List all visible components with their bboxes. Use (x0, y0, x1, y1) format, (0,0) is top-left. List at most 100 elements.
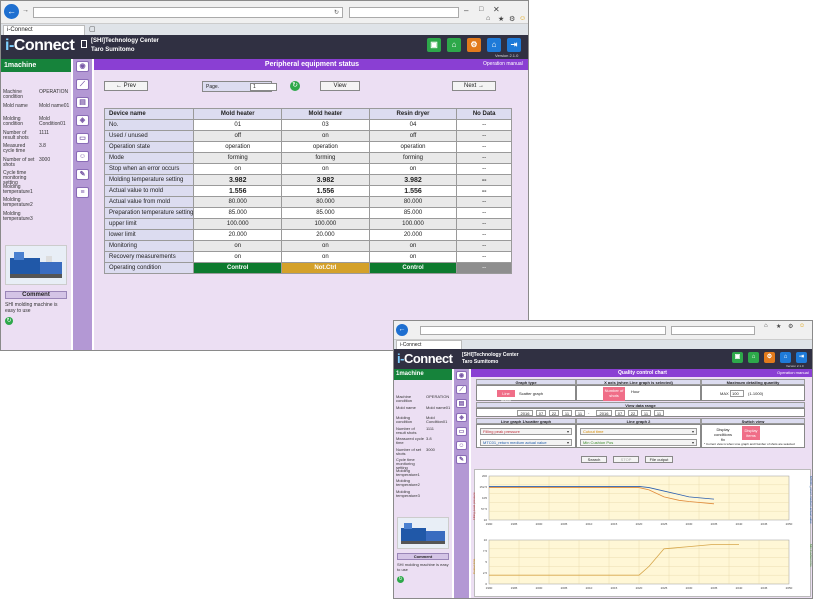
operation-manual-link[interactable]: Operation manual (483, 61, 523, 67)
refresh-icon[interactable]: ↻ (334, 9, 339, 16)
monitor-icon[interactable]: ▣ (732, 352, 743, 363)
browser-search-field[interactable] (671, 326, 755, 335)
address-bar[interactable] (420, 326, 666, 335)
nav-chart-icon[interactable]: ⟋ (456, 385, 467, 394)
date-field[interactable]: 22 (549, 410, 559, 416)
date-field[interactable]: 11 (575, 410, 585, 416)
column-header: No Data (456, 108, 512, 120)
table-cell: off (193, 130, 283, 142)
logout-icon[interactable]: ⇥ (796, 352, 807, 363)
search-button[interactable]: Search (581, 456, 607, 463)
back-button[interactable]: ← (4, 4, 19, 19)
line-graph2-box: Cutout time ▾ Min Cushion Pos ▾ (576, 424, 701, 448)
next-button[interactable]: Next → (452, 81, 496, 91)
browser-toolbar: ← ⌂ ★ ⚙ ☺ (394, 321, 812, 340)
favorites-star-icon[interactable]: ★ (776, 323, 781, 330)
table-cell: -- (456, 229, 512, 241)
table-cell: 100.000 (368, 218, 458, 230)
new-tab-icon[interactable]: ▢ (89, 25, 96, 33)
user-settings-icon[interactable]: ⚙ (467, 38, 481, 52)
maximize-icon[interactable]: □ (479, 6, 483, 13)
line-graph1-select-a[interactable]: Filling peak pressure ▾ (480, 428, 572, 435)
home-icon[interactable]: ⌂ (764, 323, 768, 329)
user-settings-icon[interactable]: ⚙ (764, 352, 775, 363)
scatter-graph-option[interactable]: Scatter graph (519, 391, 543, 396)
x-tick-label: 1990 (486, 522, 493, 526)
favorites-star-icon[interactable]: ★ (498, 15, 504, 23)
page-number-field[interactable]: 1 (250, 83, 277, 91)
number-of-shots-option[interactable]: Number of shots (603, 387, 625, 401)
line-graph2-select-a[interactable]: Cutout time ▾ (580, 428, 697, 435)
date-field[interactable]: 11 (641, 410, 651, 416)
lock-icon[interactable]: ⌂ (748, 352, 759, 363)
home-icon[interactable]: ⌂ (486, 15, 490, 22)
line-graph2-select-b[interactable]: Min Cushion Pos ▾ (580, 439, 697, 446)
stop-button[interactable]: STOP (613, 456, 639, 463)
home-app-icon[interactable]: ⌂ (487, 38, 501, 52)
nav-eye-icon[interactable]: ◉ (76, 61, 89, 72)
nav-trend-icon[interactable]: ▤ (456, 399, 467, 408)
nav-sidebar: ◉ ⟋ ▤ ◈ ▭ ☺ ✎ (454, 369, 469, 598)
line-graph1-select-b[interactable]: MTC01_return medium actual value ▾ (480, 439, 572, 446)
max-qty-input[interactable]: 100 (730, 390, 744, 397)
refresh-comment-icon[interactable]: ↻ (397, 576, 404, 583)
refresh-comment-icon[interactable]: ↻ (5, 317, 13, 325)
comment-text: SHI molding machine is easy to use (397, 562, 449, 572)
nav-map-icon[interactable]: ◈ (456, 413, 467, 422)
date-field[interactable]: 2016 (596, 410, 612, 416)
date-field[interactable]: 2016 (517, 410, 533, 416)
nav-eye-icon[interactable]: ◉ (456, 371, 467, 380)
monitor-icon[interactable]: ▣ (427, 38, 441, 52)
row-label: Used / unused (103, 130, 195, 142)
row-label: Operation state (103, 141, 195, 153)
nav-people-icon[interactable]: ☺ (456, 441, 467, 450)
line-graph-option[interactable]: Line graph (497, 390, 515, 403)
date-field[interactable]: 07 (536, 410, 546, 416)
settings-gear-icon[interactable]: ⚙ (788, 323, 793, 330)
table-cell: on (368, 251, 458, 263)
settings-gear-icon[interactable]: ⚙ (509, 15, 515, 23)
row-label: Stop when an error occurs (103, 163, 195, 175)
x-tick-label: 1995 (511, 522, 518, 526)
nav-machine-icon[interactable]: ▭ (456, 427, 467, 436)
table-cell: forming (368, 152, 458, 164)
minimize-icon[interactable]: ‒ (464, 6, 468, 15)
nav-tools-icon[interactable]: ✎ (456, 455, 467, 464)
refresh-icon[interactable]: ↻ (290, 81, 300, 91)
forward-icon[interactable]: → (22, 7, 29, 14)
nav-trend-icon[interactable]: ▤ (76, 97, 89, 108)
table-cell: 85.000 (193, 207, 283, 219)
smiley-icon[interactable]: ☺ (519, 15, 526, 22)
prev-button[interactable]: ← Prev (104, 81, 148, 91)
date-field[interactable]: 07 (615, 410, 625, 416)
browser-tab[interactable]: i-Connect (3, 25, 85, 35)
y-tick-label: 152.5 (479, 485, 487, 489)
back-button[interactable]: ← (396, 324, 408, 336)
smiley-icon[interactable]: ☺ (799, 323, 805, 329)
view-button[interactable]: View (320, 81, 360, 91)
display-conditions-fix-option[interactable]: Display conditions fix (712, 427, 734, 442)
nav-list-icon[interactable]: ≡ (76, 187, 89, 198)
file-output-button[interactable]: File output (645, 456, 673, 463)
date-field[interactable]: 22 (628, 410, 638, 416)
logout-icon[interactable]: ⇥ (507, 38, 521, 52)
operation-manual-link[interactable]: Operation manual (777, 370, 809, 375)
date-field[interactable]: 11 (562, 410, 572, 416)
browser-tab[interactable]: i-Connect (396, 340, 462, 349)
lock-icon[interactable]: ⌂ (447, 38, 461, 52)
machine-info-value: Mold Condition01 (39, 116, 66, 127)
address-bar[interactable]: ↻ (33, 7, 343, 18)
display-items-option[interactable]: Display items (742, 426, 760, 440)
table-cell: -- (456, 119, 512, 131)
nav-machine-icon[interactable]: ▭ (76, 133, 89, 144)
close-icon[interactable]: ✕ (493, 5, 500, 14)
hour-option[interactable]: Hour (631, 389, 640, 394)
line-graph1-box: Filling peak pressure ▾ MTC01_return medi… (476, 424, 576, 448)
home-app-icon[interactable]: ⌂ (780, 352, 791, 363)
date-field[interactable]: 11 (654, 410, 664, 416)
nav-tools-icon[interactable]: ✎ (76, 169, 89, 180)
nav-chart-icon[interactable]: ⟋ (76, 79, 89, 90)
nav-people-icon[interactable]: ☺ (76, 151, 89, 162)
nav-map-icon[interactable]: ◈ (76, 115, 89, 126)
browser-search-field[interactable] (349, 7, 459, 18)
